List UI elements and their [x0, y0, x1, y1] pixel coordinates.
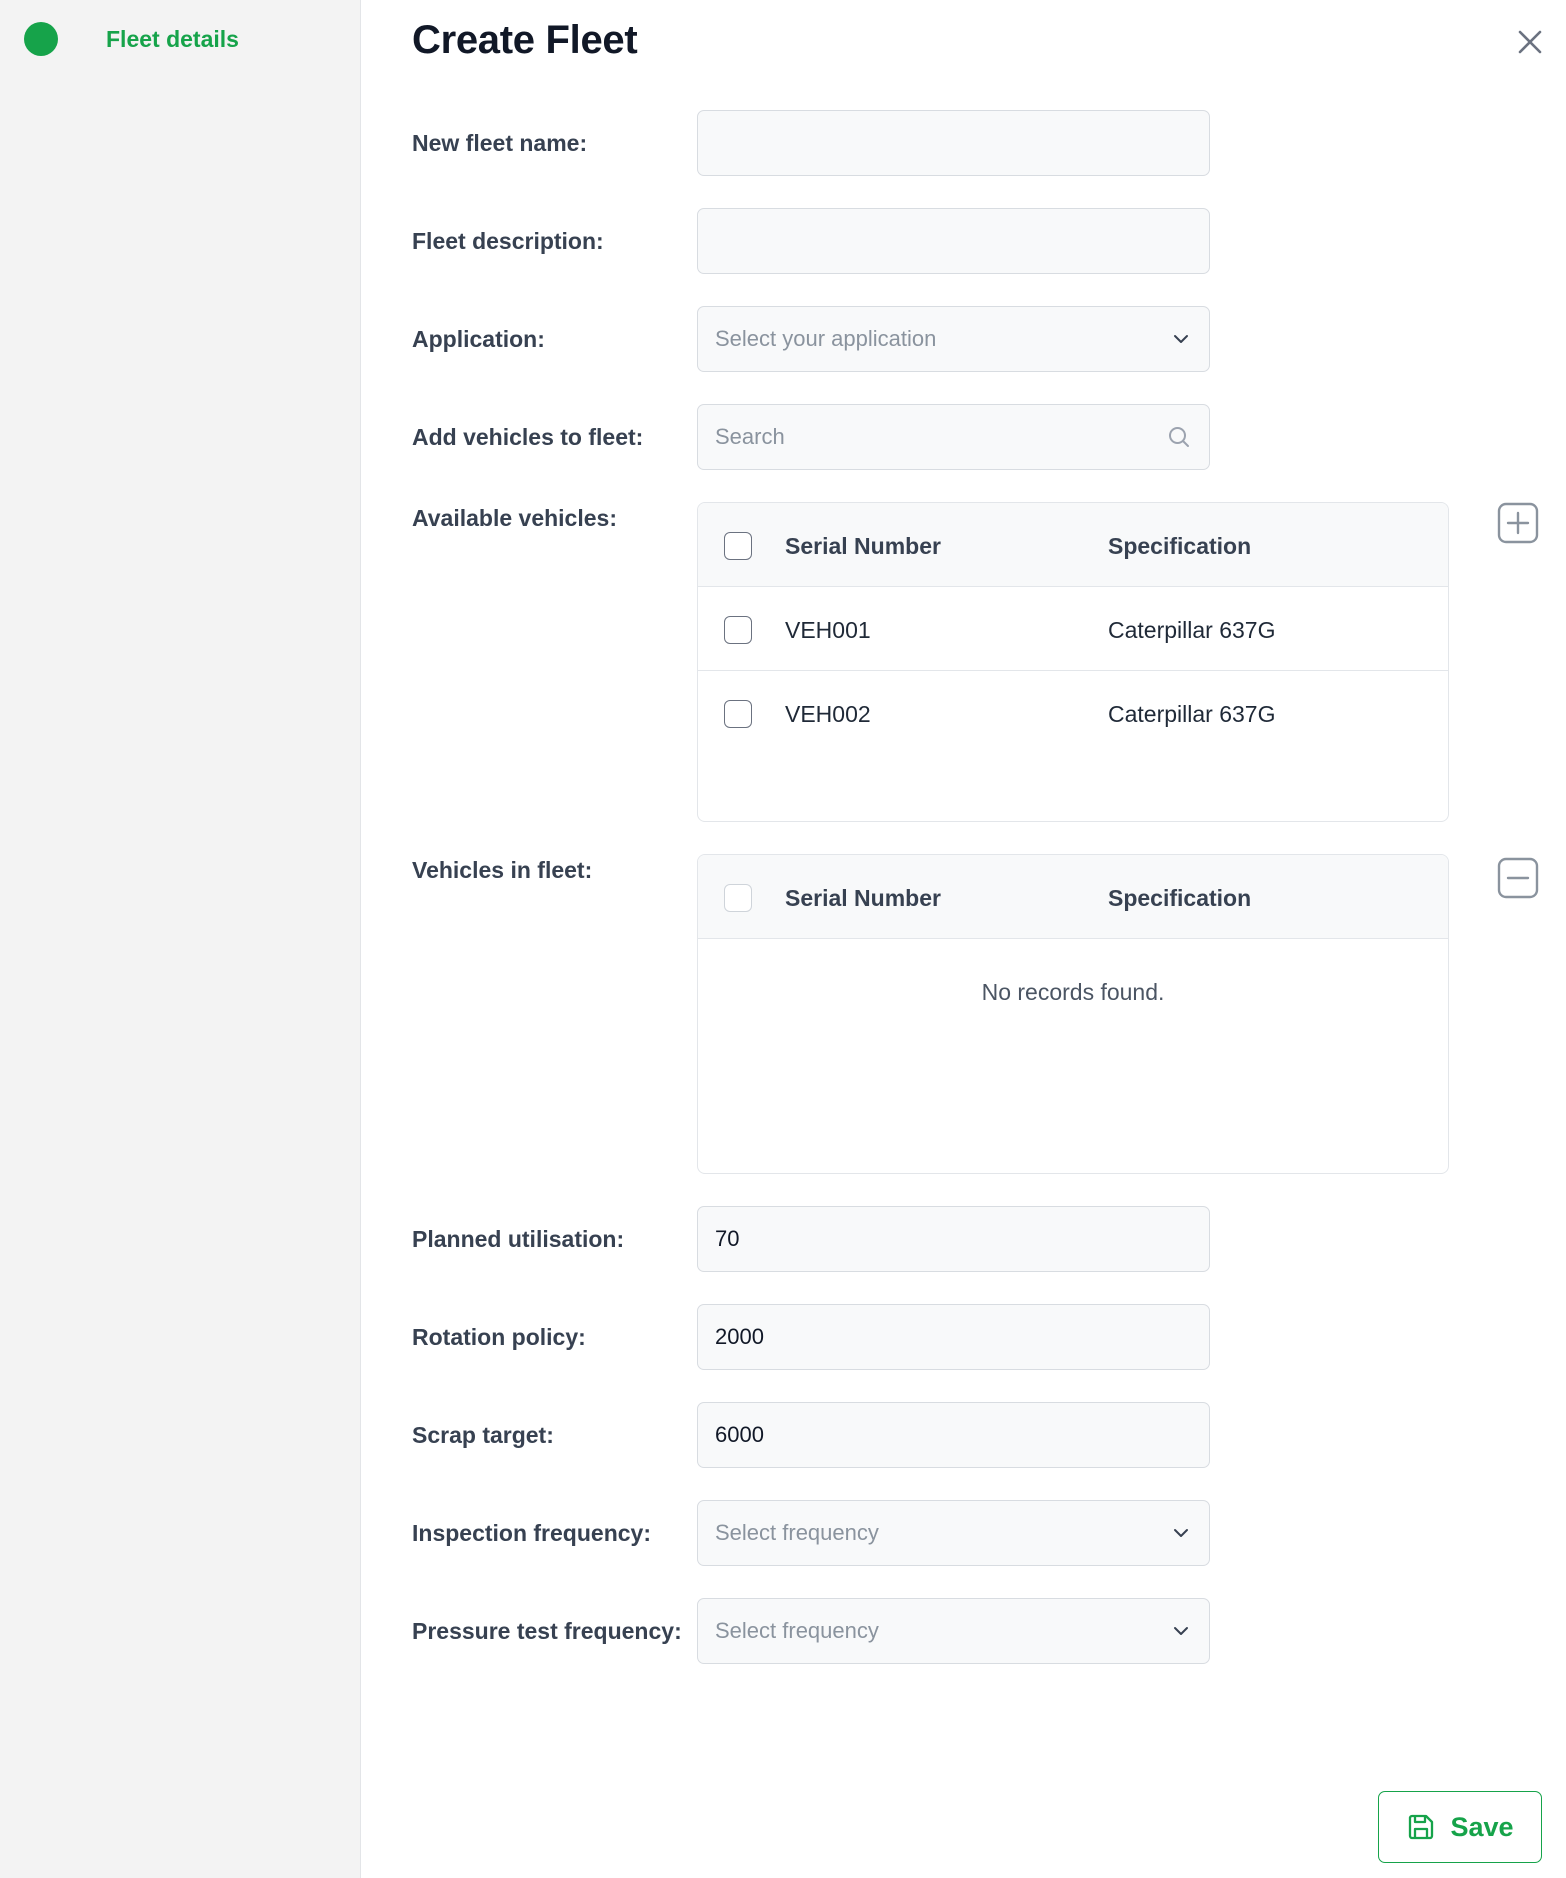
select-all-checkbox[interactable] — [724, 884, 752, 912]
main-panel: Create Fleet New fleet name: Fleet descr… — [362, 0, 1566, 1878]
close-button[interactable] — [1510, 22, 1550, 62]
serial-number-cell: VEH001 — [785, 617, 871, 643]
vehicles-in-fleet-label: Vehicles in fleet: — [412, 857, 593, 883]
vehicles-in-fleet-table: Serial Number Specification No records f… — [697, 854, 1449, 1174]
rotation-policy-label: Rotation policy: — [412, 1324, 586, 1350]
fleet-description-input[interactable] — [697, 208, 1210, 274]
scrap-target-label: Scrap target: — [412, 1422, 554, 1448]
available-vehicles-table: Serial Number Specification VEH001 Cater… — [697, 502, 1449, 822]
step-status-dot — [24, 22, 58, 56]
pressure-test-frequency-select[interactable]: Select frequency — [697, 1598, 1210, 1664]
inspection-frequency-label: Inspection frequency: — [412, 1520, 651, 1546]
table-header: Serial Number Specification — [698, 503, 1448, 587]
page-title: Create Fleet — [412, 18, 638, 62]
row-checkbox[interactable] — [724, 616, 752, 644]
scrap-target-value: 6000 — [715, 1422, 764, 1447]
application-label: Application: — [412, 326, 545, 352]
save-button[interactable]: Save — [1378, 1791, 1542, 1863]
remove-from-fleet-button[interactable] — [1497, 857, 1539, 899]
table-header: Serial Number Specification — [698, 855, 1448, 939]
table-row[interactable]: VEH001 Caterpillar 637G — [698, 587, 1448, 671]
planned-utilisation-value: 70 — [715, 1226, 740, 1251]
planned-utilisation-input[interactable]: 70 — [697, 1206, 1210, 1272]
specification-cell: Caterpillar 637G — [1108, 617, 1276, 643]
fleet-name-label: New fleet name: — [412, 130, 588, 156]
add-to-fleet-button[interactable] — [1497, 502, 1539, 544]
planned-utilisation-label: Planned utilisation: — [412, 1226, 625, 1252]
fleet-description-label: Fleet description: — [412, 228, 604, 254]
plus-square-icon — [1497, 502, 1539, 544]
vehicle-search-input[interactable]: Search — [697, 404, 1210, 470]
chevron-down-icon — [1171, 1523, 1191, 1543]
empty-state-message: No records found. — [981, 979, 1165, 1005]
save-button-label: Save — [1450, 1811, 1514, 1842]
sidebar-step-fleet-details[interactable]: Fleet details — [24, 22, 239, 56]
inspection-frequency-select[interactable]: Select frequency — [697, 1500, 1210, 1566]
sidebar: Fleet details — [0, 0, 361, 1878]
search-icon — [1167, 425, 1191, 449]
column-header-specification: Specification — [1108, 885, 1252, 911]
column-header-serial: Serial Number — [785, 533, 941, 559]
chevron-down-icon — [1171, 1621, 1191, 1641]
pressure-test-frequency-label: Pressure test frequency: — [412, 1618, 682, 1644]
application-placeholder: Select your application — [715, 326, 937, 351]
sidebar-step-label: Fleet details — [106, 25, 239, 52]
specification-cell: Caterpillar 637G — [1108, 701, 1276, 727]
scrap-target-input[interactable]: 6000 — [697, 1402, 1210, 1468]
column-header-specification: Specification — [1108, 533, 1252, 559]
rotation-policy-value: 2000 — [715, 1324, 764, 1349]
add-vehicles-label: Add vehicles to fleet: — [412, 424, 644, 450]
column-header-serial: Serial Number — [785, 885, 941, 911]
inspection-frequency-placeholder: Select frequency — [715, 1520, 879, 1545]
minus-square-icon — [1497, 857, 1539, 899]
available-vehicles-label: Available vehicles: — [412, 505, 617, 531]
pressure-test-frequency-placeholder: Select frequency — [715, 1618, 879, 1643]
fleet-name-input[interactable] — [697, 110, 1210, 176]
table-row[interactable]: VEH002 Caterpillar 637G — [698, 671, 1448, 755]
serial-number-cell: VEH002 — [785, 701, 871, 727]
application-select[interactable]: Select your application — [697, 306, 1210, 372]
chevron-down-icon — [1171, 329, 1191, 349]
select-all-checkbox[interactable] — [724, 532, 752, 560]
row-checkbox[interactable] — [724, 700, 752, 728]
vehicle-search-placeholder: Search — [715, 424, 785, 449]
close-icon — [1518, 30, 1542, 54]
floppy-disk-icon — [1409, 1814, 1434, 1840]
rotation-policy-input[interactable]: 2000 — [697, 1304, 1210, 1370]
